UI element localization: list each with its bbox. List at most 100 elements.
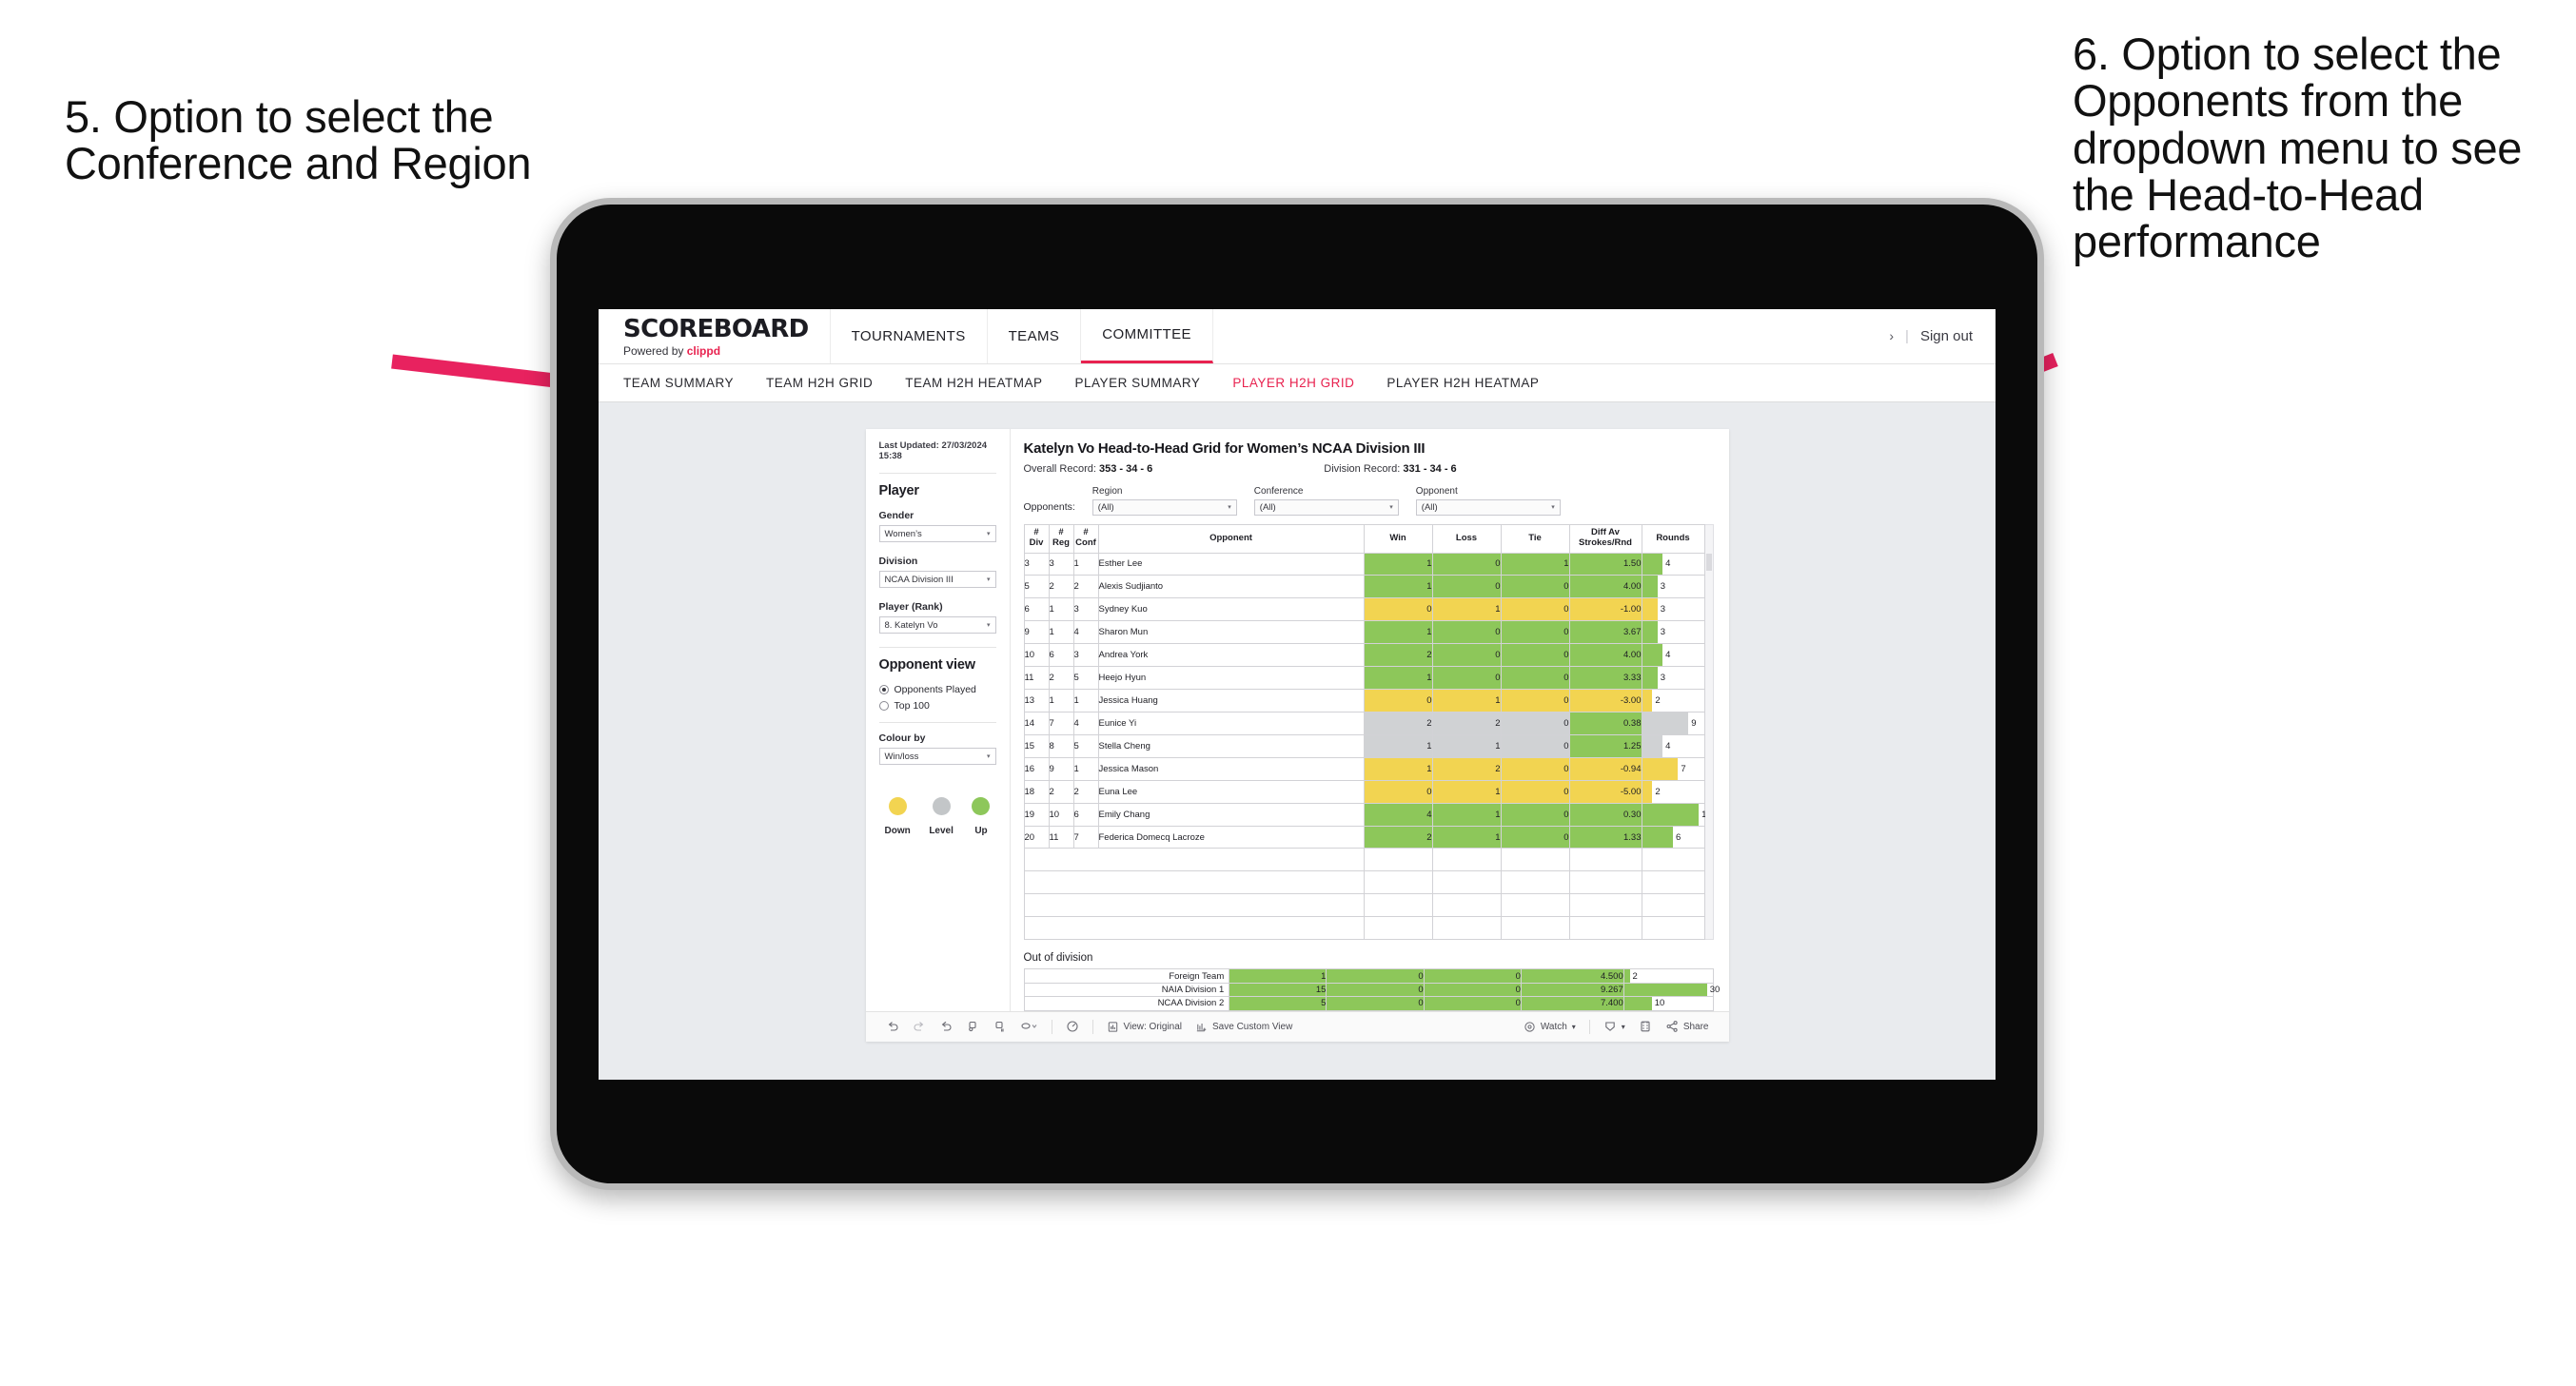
radio-top-100[interactable]: Top 100 bbox=[878, 700, 996, 713]
cell-reg: 8 bbox=[1048, 733, 1074, 758]
table-row[interactable]: 9 1 4 Sharon Mun 1 0 0 3.67 3 bbox=[1023, 620, 1705, 645]
table-row[interactable]: 15 8 5 Stella Cheng 1 1 0 1.25 4 bbox=[1023, 733, 1705, 758]
cell-rounds: 9 bbox=[1641, 711, 1705, 735]
filter-conference-select[interactable]: (All) ▾ bbox=[1253, 498, 1399, 516]
cell-diff: 0.38 bbox=[1568, 711, 1642, 735]
grid-scrollbar[interactable] bbox=[1704, 523, 1714, 941]
radio-top-100-label: Top 100 bbox=[894, 700, 930, 713]
rounds-value: 10 bbox=[1654, 998, 1665, 1009]
tab-team-summary[interactable]: TEAM SUMMARY bbox=[623, 376, 755, 390]
rounds-bar bbox=[1642, 826, 1673, 849]
table-row[interactable]: 20 11 7 Federica Domecq Lacroze 2 1 0 1.33 6 bbox=[1023, 825, 1705, 849]
cell-tie: 0 bbox=[1423, 996, 1522, 1011]
sign-out-link[interactable]: Sign out bbox=[1920, 328, 1973, 344]
tablet-screen: SCOREBOARD Powered by clippd TOURNAMENTS… bbox=[599, 308, 1996, 1080]
filter-gender-select[interactable]: Women’s ▾ bbox=[878, 525, 996, 543]
col-win[interactable]: Win bbox=[1363, 523, 1433, 554]
chevron-down-icon: ▾ bbox=[1389, 504, 1393, 511]
watch-button[interactable]: Watch ▾ bbox=[1517, 1021, 1583, 1033]
tab-player-h2h-heatmap[interactable]: PLAYER H2H HEATMAP bbox=[1386, 376, 1560, 390]
table-row[interactable]: 13 1 1 Jessica Huang 0 1 0 -3.00 2 bbox=[1023, 689, 1705, 713]
cell-label: NAIA Division 1 bbox=[1023, 982, 1230, 998]
cell-reg: 6 bbox=[1048, 643, 1074, 668]
tab-player-h2h-grid[interactable]: PLAYER H2H GRID bbox=[1232, 376, 1375, 390]
rounds-bar bbox=[1642, 757, 1679, 780]
rounds-bar bbox=[1642, 576, 1658, 598]
chevron-down-icon: ▾ bbox=[1571, 1022, 1576, 1031]
col-div[interactable]: # Div bbox=[1023, 523, 1050, 554]
record-summary: Overall Record: 353 - 34 - 6 Division Re… bbox=[1024, 463, 1714, 475]
tab-team-h2h-heatmap[interactable]: TEAM H2H HEATMAP bbox=[905, 376, 1063, 390]
col-tie[interactable]: Tie bbox=[1500, 523, 1570, 554]
filter-region-select[interactable]: (All) ▾ bbox=[1091, 498, 1237, 516]
filter-opponent: Opponent (All) ▾ bbox=[1415, 486, 1561, 516]
show-me-button[interactable] bbox=[1059, 1020, 1086, 1033]
view-original-button[interactable]: View: Original bbox=[1100, 1021, 1190, 1033]
cell-conf: 2 bbox=[1072, 575, 1099, 599]
share-button[interactable]: Share bbox=[1659, 1020, 1716, 1033]
redo-button[interactable] bbox=[906, 1020, 933, 1033]
cell-rounds: 11 bbox=[1641, 802, 1711, 827]
table-row[interactable]: NCAA Division 2 5 0 0 7.400 10 bbox=[1023, 996, 1714, 1011]
cell-win: 0 bbox=[1363, 597, 1433, 622]
grid-scrollbar-thumb[interactable] bbox=[1705, 553, 1712, 571]
cell-win: 1 bbox=[1363, 575, 1433, 599]
table-row[interactable]: 5 2 2 Alexis Sudjianto 1 0 0 4.00 3 bbox=[1023, 575, 1705, 599]
table-row[interactable]: Foreign Team 1 0 0 4.500 2 bbox=[1023, 968, 1714, 984]
cell-reg: 7 bbox=[1048, 711, 1074, 735]
cell-reg: 11 bbox=[1048, 825, 1074, 849]
col-diff[interactable]: Diff Av Strokes/Rnd bbox=[1568, 523, 1642, 554]
table-row[interactable]: 19106Emily Chang4100.3011 bbox=[1023, 802, 1711, 827]
pause-button[interactable] bbox=[986, 1020, 1013, 1033]
nav-tournaments[interactable]: TOURNAMENTS bbox=[831, 308, 988, 363]
revert-button[interactable] bbox=[933, 1020, 959, 1033]
radio-opponents-played[interactable]: Opponents Played bbox=[878, 684, 996, 695]
brand-subtitle: Powered by clippd bbox=[623, 344, 809, 358]
table-row[interactable]: 11 2 5 Heejo Hyun 1 0 0 3.33 3 bbox=[1023, 666, 1705, 691]
filter-player-rank-select[interactable]: 8. Katelyn Vo ▾ bbox=[878, 616, 996, 634]
tab-team-h2h-grid[interactable]: TEAM H2H GRID bbox=[766, 376, 894, 390]
table-row[interactable]: 18 2 2 Euna Lee 0 1 0 -5.00 2 bbox=[1023, 779, 1705, 804]
table-row[interactable]: 3 3 1 Esther Lee 1 0 1 1.50 4 bbox=[1023, 552, 1705, 576]
undo-button[interactable] bbox=[879, 1020, 906, 1033]
filter-opponent-select[interactable]: (All) ▾ bbox=[1415, 498, 1561, 516]
table-row[interactable]: 16 9 1 Jessica Mason 1 2 0 -0.94 7 bbox=[1023, 756, 1705, 781]
nav-committee[interactable]: COMMITTEE bbox=[1081, 308, 1213, 363]
filter-conference-value: (All) bbox=[1259, 501, 1276, 513]
pan-dropdown-button[interactable] bbox=[1013, 1020, 1045, 1033]
filter-colour-by-label: Colour by bbox=[878, 732, 926, 745]
last-updated-text: Last Updated: 27/03/2024 15:38 bbox=[878, 439, 988, 462]
col-rounds[interactable]: Rounds bbox=[1641, 523, 1705, 554]
refresh-button[interactable] bbox=[959, 1020, 986, 1033]
nav-teams[interactable]: TEAMS bbox=[988, 308, 1082, 363]
filter-division-select[interactable]: NCAA Division III ▾ bbox=[878, 571, 996, 589]
col-loss[interactable]: Loss bbox=[1431, 523, 1502, 554]
cell-div: 11 bbox=[1023, 666, 1050, 691]
save-custom-view-button[interactable]: Save Custom View bbox=[1189, 1021, 1299, 1033]
col-reg[interactable]: # Reg bbox=[1048, 523, 1074, 554]
col-conf[interactable]: # Conf bbox=[1072, 523, 1099, 554]
chevron-right-icon[interactable]: › bbox=[1889, 328, 1894, 343]
cell-tie: 0 bbox=[1500, 825, 1570, 849]
cell-loss: 0 bbox=[1431, 620, 1502, 645]
filter-player-rank-value: 8. Katelyn Vo bbox=[884, 619, 938, 631]
cell-empty bbox=[1500, 893, 1570, 918]
download-button[interactable]: ▾ bbox=[1597, 1020, 1632, 1033]
table-row[interactable]: 10 6 3 Andrea York 2 0 0 4.00 4 bbox=[1023, 643, 1705, 668]
tab-player-summary[interactable]: PLAYER SUMMARY bbox=[1075, 376, 1222, 390]
chevron-down-icon: ▾ bbox=[1551, 504, 1555, 511]
table-row[interactable]: 14 7 4 Eunice Yi 2 2 0 0.38 9 bbox=[1023, 711, 1705, 735]
cell-loss: 1 bbox=[1431, 802, 1502, 827]
filter-colour-by-select[interactable]: Win/loss ▾ bbox=[878, 748, 996, 766]
table-row[interactable]: NAIA Division 1 15 0 0 9.267 30 bbox=[1023, 982, 1720, 998]
filter-division-label: Division bbox=[878, 556, 918, 568]
cell-div: 15 bbox=[1023, 733, 1050, 758]
cell-diff: 1.50 bbox=[1568, 552, 1642, 576]
table-row[interactable]: 6 1 3 Sydney Kuo 0 1 0 -1.00 3 bbox=[1023, 597, 1705, 622]
view-content: Katelyn Vo Head-to-Head Grid for Women’s… bbox=[1011, 429, 1729, 1011]
h2h-header-row: # Div # Reg # Conf Opponent Win Loss Tie Di… bbox=[1023, 523, 1705, 554]
col-opponent[interactable]: Opponent bbox=[1097, 523, 1365, 554]
h2h-grid-body: 3 3 1 Esther Lee 1 0 1 1.50 4 5 2 2 Alexis Sudjianto… bbox=[1023, 552, 1711, 941]
fullscreen-button[interactable] bbox=[1632, 1020, 1659, 1033]
out-of-division-table: Foreign Team 1 0 0 4.500 2 NAIA Division 1 15 0 0… bbox=[1023, 968, 1720, 1011]
